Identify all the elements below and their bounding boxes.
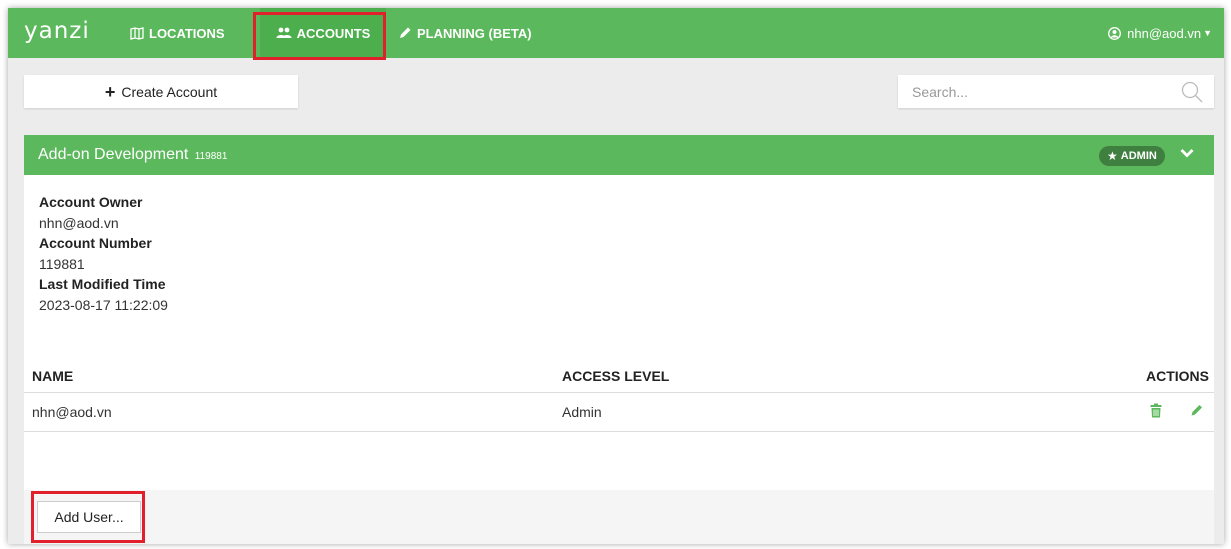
modified-value: 2023-08-17 11:22:09 [39,296,168,313]
row-actions [1094,392,1214,432]
search-input[interactable] [898,76,1158,107]
admin-badge: ★ ADMIN [1099,146,1165,166]
map-icon [130,26,144,40]
user-email: nhn@aod.vn [1127,25,1202,41]
account-panel: Add-on Development 119881 ★ ADMIN Accoun… [24,135,1214,544]
nav-locations[interactable]: LOCATIONS [130,8,225,58]
header-name: NAME [24,360,554,393]
row-name: nhn@aod.vn [24,392,554,432]
header-access-level: ACCESS LEVEL [554,360,1094,393]
accounts-highlight-box [253,12,386,60]
account-panel-footer: Add User... [24,490,1214,544]
row-access: Admin [554,392,1094,432]
table-header-row: NAME ACCESS LEVEL ACTIONS [24,360,1214,393]
users-table: NAME ACCESS LEVEL ACTIONS nhn@aod.vn Adm… [24,360,1214,432]
account-title: Add-on Development 119881 [38,146,227,164]
create-account-button[interactable]: + Create Account [24,75,298,108]
table-row: nhn@aod.vn Admin [24,392,1214,432]
number-label: Account Number [39,235,152,251]
app-window: yanzi LOCATIONS ACCOUNTS PLANNING (BETA)… [8,8,1224,544]
create-account-label: Create Account [121,83,218,100]
add-user-highlight-box [31,491,145,543]
user-circle-icon [1108,26,1122,40]
search-icon[interactable] [1180,80,1204,107]
nav-planning-label: PLANNING (BETA) [417,25,532,41]
header-actions: ACTIONS [1094,360,1214,393]
edit-pencil-icon[interactable] [1190,403,1204,420]
account-details: Account Owner nhn@aod.vn Account Number … [39,192,168,315]
plus-icon: + [104,81,116,102]
account-panel-header[interactable]: Add-on Development 119881 ★ ADMIN [24,135,1214,175]
nav-planning[interactable]: PLANNING (BETA) [398,8,532,58]
chevron-down-icon[interactable] [1179,145,1195,164]
account-name: Add-on Development [38,146,189,163]
search-box [898,75,1214,108]
pencil-icon [398,26,412,40]
owner-value: nhn@aod.vn [39,214,119,231]
star-icon: ★ [1107,149,1118,163]
owner-label: Account Owner [39,194,143,210]
nav-locations-label: LOCATIONS [149,25,225,41]
modified-label: Last Modified Time [39,276,166,292]
number-value: 119881 [39,255,85,272]
caret-down-icon: ▼ [1203,28,1212,38]
top-navbar: yanzi LOCATIONS ACCOUNTS PLANNING (BETA)… [8,8,1224,58]
account-number-small: 119881 [194,151,228,162]
user-menu[interactable]: nhn@aod.vn ▼ [1108,8,1212,58]
trash-icon[interactable] [1150,403,1162,421]
screenshot-frame: yanzi LOCATIONS ACCOUNTS PLANNING (BETA)… [0,0,1231,549]
admin-badge-label: ADMIN [1120,150,1157,162]
brand-logo[interactable]: yanzi [24,18,90,44]
